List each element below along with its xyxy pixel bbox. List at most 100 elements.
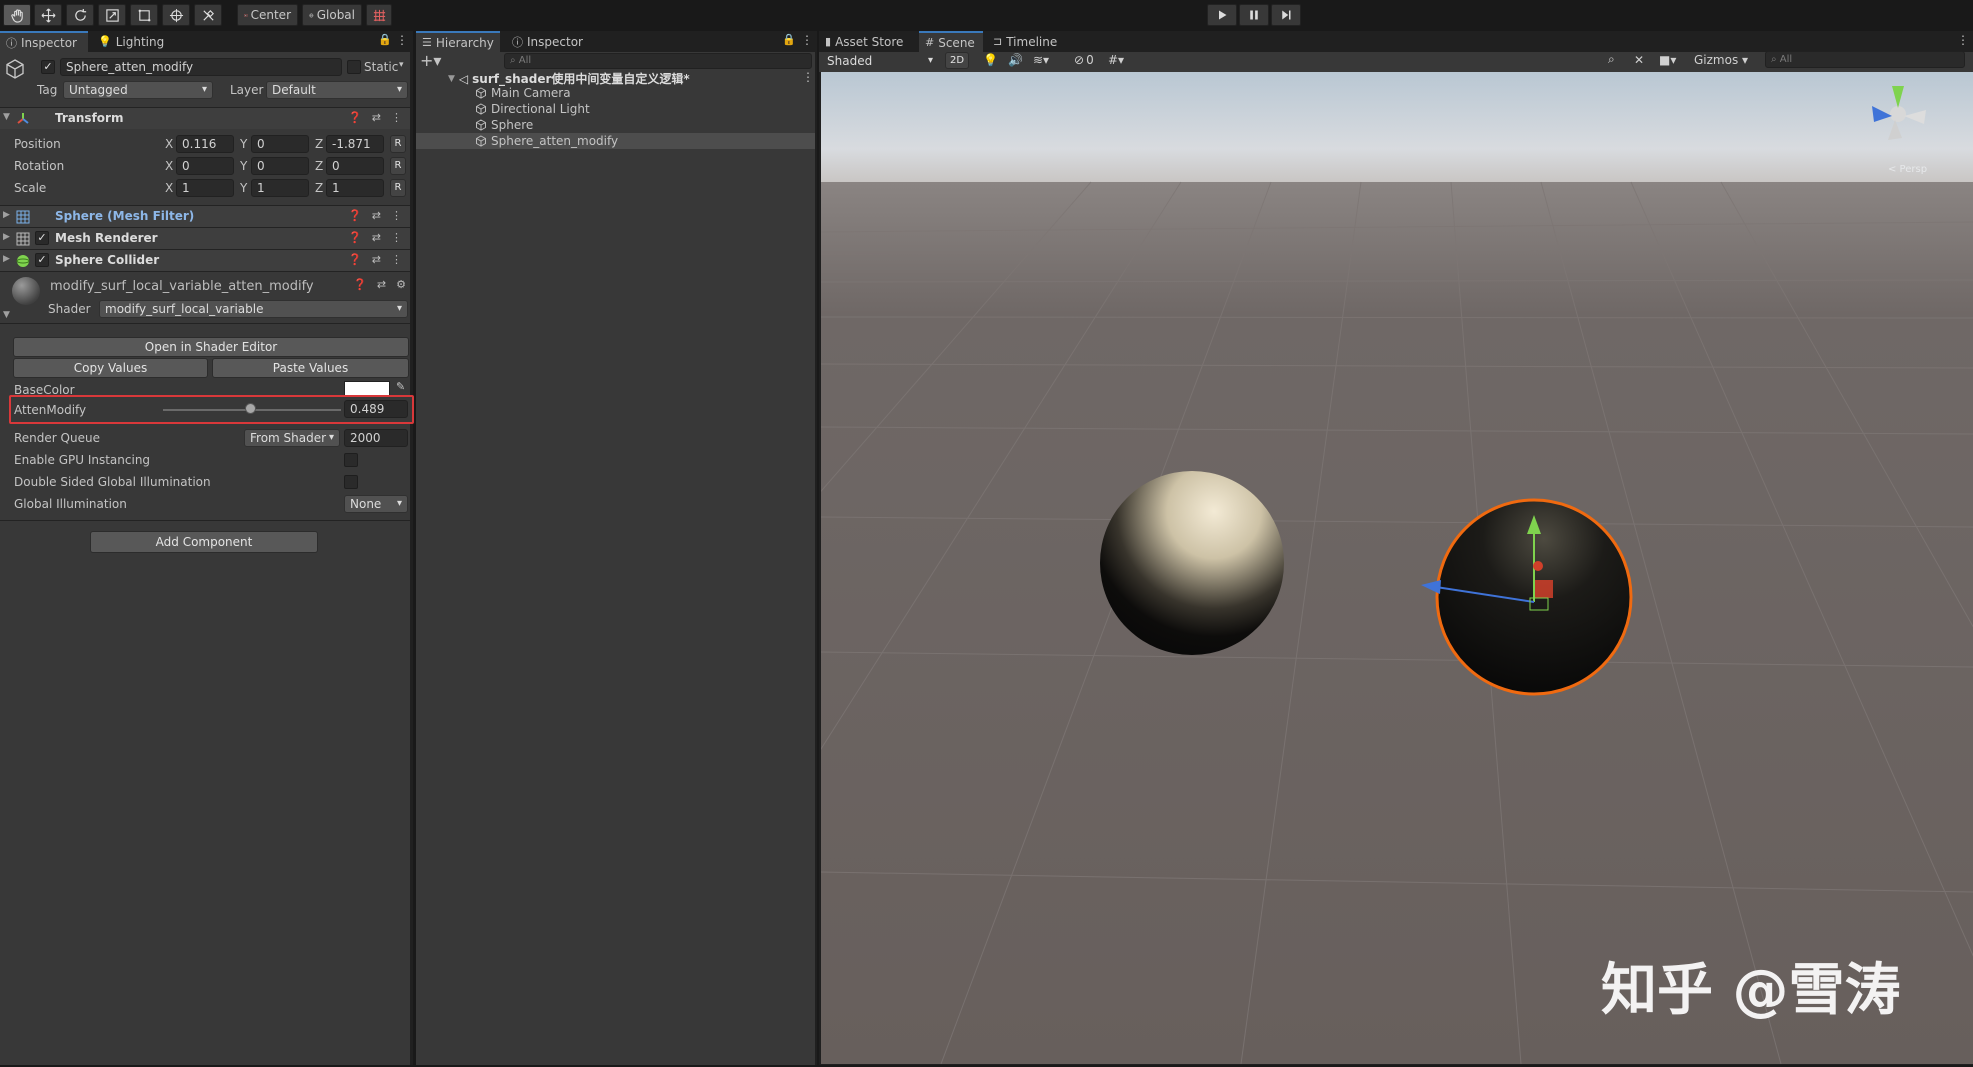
play-button[interactable] (1207, 4, 1237, 26)
grid-toggle-icon[interactable]: #▾ (1108, 50, 1124, 69)
space-global-button[interactable]: Global (302, 4, 362, 26)
hand-tool-button[interactable] (3, 4, 31, 26)
mesh-filter-header[interactable]: ▶ Sphere (Mesh Filter) ❓ ⇄ ⋮ (0, 205, 410, 227)
tab-inspector-2[interactable]: ⓘ Inspector (506, 31, 588, 52)
material-foldout-icon[interactable]: ▼ (3, 310, 10, 320)
sphere-collider-enabled-checkbox[interactable]: ✓ (35, 253, 49, 267)
hierarchy-item-selected[interactable]: Sphere_atten_modify (475, 134, 618, 148)
tools-settings-icon[interactable]: ✕ (1634, 50, 1644, 69)
help-icon[interactable]: ❓ (348, 231, 362, 244)
scale-y-field[interactable]: 1 (251, 179, 309, 197)
atten-modify-slider-thumb[interactable] (245, 403, 257, 414)
mesh-renderer-header[interactable]: ▶ ✓ Mesh Renderer ❓ ⇄ ⋮ (0, 227, 410, 249)
toggle-2d-button[interactable]: 2D (945, 52, 969, 69)
tab-hierarchy[interactable]: ☰ Hierarchy (416, 31, 500, 52)
atten-modify-value-field[interactable]: 0.489 (344, 400, 408, 418)
mesh-renderer-enabled-checkbox[interactable]: ✓ (35, 231, 49, 245)
position-y-field[interactable]: 0 (251, 135, 309, 153)
audio-toggle-icon[interactable]: 🔊 (1008, 50, 1023, 69)
position-reset-button[interactable]: R (390, 135, 406, 153)
scene-search-input[interactable]: ⌕ All (1765, 51, 1965, 68)
component-menu-icon[interactable]: ⋮ (391, 111, 402, 124)
sphere-object[interactable] (1100, 471, 1284, 655)
hierarchy-item[interactable]: Main Camera (475, 86, 571, 100)
paste-values-button[interactable]: Paste Values (212, 358, 409, 378)
tag-dropdown[interactable]: Untagged (63, 81, 213, 99)
gizmos-dropdown[interactable]: Gizmos ▾ (1694, 50, 1748, 69)
pivot-center-button[interactable]: Center (237, 4, 298, 26)
add-component-button[interactable]: Add Component (90, 531, 318, 553)
component-menu-icon[interactable]: ⋮ (391, 253, 402, 266)
scale-x-field[interactable]: 1 (176, 179, 234, 197)
effects-toggle-icon[interactable]: ≋▾ (1033, 50, 1049, 69)
preset-icon[interactable]: ⇄ (372, 231, 381, 244)
camera-search-icon[interactable]: ⌕ (1608, 50, 1615, 69)
rotation-reset-button[interactable]: R (390, 157, 406, 175)
shading-mode-dropdown[interactable]: Shaded (821, 52, 939, 70)
help-icon[interactable]: ❓ (348, 253, 362, 266)
panel-menu-icon[interactable]: ⋮ (396, 33, 408, 47)
rect-tool-button[interactable] (130, 4, 158, 26)
help-icon[interactable]: ❓ (348, 111, 362, 124)
hierarchy-search-input[interactable]: ⌕ All (504, 53, 812, 69)
preset-icon[interactable]: ⇄ (372, 253, 381, 266)
transform-header[interactable]: ▼ Transform ❓ ⇄ ⋮ (0, 107, 410, 129)
render-queue-mode-dropdown[interactable]: From Shader (244, 429, 340, 447)
rotation-z-field[interactable]: 0 (326, 157, 384, 175)
create-plus-icon[interactable]: +▾ (420, 51, 441, 70)
custom-tool-button[interactable] (194, 4, 222, 26)
copy-values-button[interactable]: Copy Values (13, 358, 208, 378)
hidden-objects-toggle[interactable]: ⊘ 0 (1074, 50, 1094, 69)
panel-menu-icon[interactable]: ⋮ (1957, 33, 1969, 47)
basecolor-swatch[interactable] (344, 381, 390, 396)
lock-icon[interactable]: 🔒 (782, 33, 796, 46)
eyedropper-icon[interactable]: ✎ (396, 380, 405, 393)
layer-dropdown[interactable]: Default (266, 81, 408, 99)
tab-scene[interactable]: # Scene (919, 31, 983, 52)
rotation-x-field[interactable]: 0 (176, 157, 234, 175)
rotate-tool-button[interactable] (66, 4, 94, 26)
grid-snap-button[interactable] (366, 4, 392, 26)
scene-menu-icon[interactable]: ⋮ (802, 70, 814, 84)
panel-menu-icon[interactable]: ⋮ (801, 33, 813, 47)
position-x-field[interactable]: 0.116 (176, 135, 234, 153)
preset-icon[interactable]: ⇄ (372, 209, 381, 222)
double-sided-gi-checkbox[interactable] (344, 475, 358, 489)
static-checkbox[interactable] (347, 60, 361, 74)
global-illumination-dropdown[interactable]: None (344, 495, 408, 513)
render-queue-value-field[interactable]: 2000 (344, 429, 408, 447)
tab-timeline[interactable]: ⊐ Timeline (987, 31, 1067, 52)
tab-asset-store[interactable]: ▮ Asset Store (819, 31, 915, 52)
sphere-collider-header[interactable]: ▶ ✓ Sphere Collider ❓ ⇄ ⋮ (0, 249, 410, 271)
object-active-checkbox[interactable]: ✓ (41, 60, 55, 74)
perspective-label[interactable]: < Persp (1888, 164, 1927, 175)
scale-tool-button[interactable] (98, 4, 126, 26)
transform-tool-button[interactable] (162, 4, 190, 26)
lighting-toggle-icon[interactable]: 💡 (983, 50, 998, 69)
open-shader-editor-button[interactable]: Open in Shader Editor (13, 337, 409, 357)
settings-gear-icon[interactable]: ⚙ (396, 278, 406, 291)
tab-lighting[interactable]: 💡 Lighting (92, 31, 172, 52)
position-z-field[interactable]: -1.871 (326, 135, 384, 153)
move-tool-button[interactable] (34, 4, 62, 26)
component-menu-icon[interactable]: ⋮ (391, 231, 402, 244)
preset-icon[interactable]: ⇄ (377, 278, 386, 291)
hierarchy-item[interactable]: Sphere (475, 118, 533, 132)
hierarchy-item[interactable]: Directional Light (475, 102, 590, 116)
scale-z-field[interactable]: 1 (326, 179, 384, 197)
step-button[interactable] (1271, 4, 1301, 26)
help-icon[interactable]: ❓ (353, 278, 367, 291)
lock-icon[interactable]: 🔒 (378, 33, 392, 46)
gpu-instancing-checkbox[interactable] (344, 453, 358, 467)
pause-button[interactable] (1239, 4, 1269, 26)
tab-inspector[interactable]: ⓘ Inspector (0, 31, 88, 52)
object-name-field[interactable]: Sphere_atten_modify (60, 58, 342, 76)
scale-reset-button[interactable]: R (390, 179, 406, 197)
scene-root-item[interactable]: ▼ ◁ surf_shader使用中间变量自定义逻辑* (448, 70, 690, 87)
static-dropdown-arrow-icon[interactable]: ▾ (399, 60, 404, 70)
component-menu-icon[interactable]: ⋮ (391, 209, 402, 222)
rotation-y-field[interactable]: 0 (251, 157, 309, 175)
camera-icon[interactable]: ■▾ (1659, 50, 1676, 69)
scene-viewport[interactable]: < Persp 知乎 @雪涛 (821, 72, 1973, 1064)
shader-dropdown[interactable]: modify_surf_local_variable (99, 300, 408, 318)
